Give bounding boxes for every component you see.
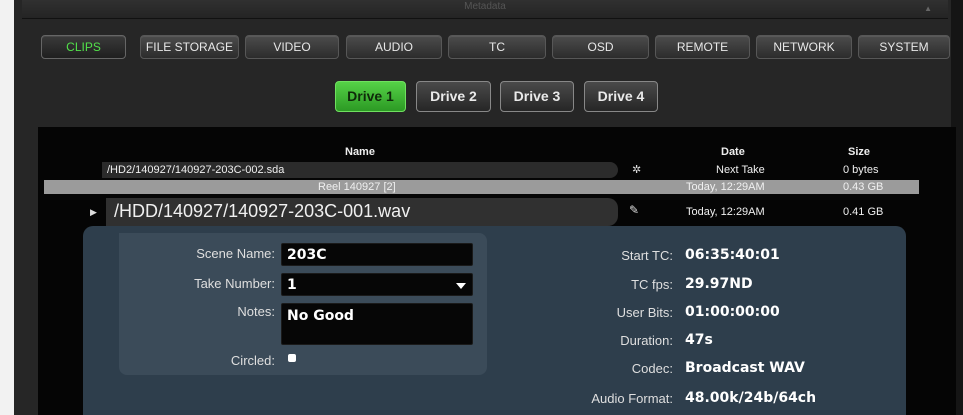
column-header-name: Name bbox=[345, 146, 375, 158]
scene-name-input[interactable]: 203C bbox=[281, 243, 473, 266]
duration-label: Duration: bbox=[620, 333, 673, 348]
tab-file-storage[interactable]: FILE STORAGE bbox=[140, 35, 239, 59]
tab-audio[interactable]: AUDIO bbox=[346, 35, 442, 59]
column-header-date: Date bbox=[721, 146, 745, 158]
scene-name-label: Scene Name: bbox=[196, 246, 275, 261]
window-edge bbox=[0, 0, 14, 415]
metadata-title: Metadata bbox=[464, 1, 506, 12]
drive-2-button[interactable]: Drive 2 bbox=[416, 81, 491, 112]
circled-checkbox[interactable] bbox=[288, 354, 296, 362]
current-file-name: /HDD/140927/140927-203C-001.wav bbox=[114, 201, 411, 221]
notes-label: Notes: bbox=[237, 304, 275, 319]
reel-size: 0.43 GB bbox=[843, 181, 884, 193]
tab-remote[interactable]: REMOTE bbox=[655, 35, 750, 59]
tab-osd[interactable]: OSD bbox=[552, 35, 649, 59]
drive-4-button[interactable]: Drive 4 bbox=[584, 81, 658, 112]
tab-system[interactable]: SYSTEM bbox=[858, 35, 950, 59]
next-take-name: /HD2/140927/140927-203C-002.sda bbox=[107, 164, 285, 176]
take-number-select[interactable]: 1 bbox=[281, 273, 473, 296]
tab-clips[interactable]: CLIPS bbox=[41, 35, 126, 59]
metadata-header: Metadata ▲ bbox=[22, 0, 948, 19]
reel-date: Today, 12:29AM bbox=[686, 181, 765, 193]
drive-3-button[interactable]: Drive 3 bbox=[500, 81, 574, 112]
drive-1-button[interactable]: Drive 1 bbox=[335, 81, 406, 112]
audio-format-label: Audio Format: bbox=[591, 391, 673, 406]
gear-icon[interactable]: ✲ bbox=[632, 163, 641, 176]
tab-video[interactable]: VIDEO bbox=[245, 35, 339, 59]
codec-label: Codec: bbox=[631, 361, 673, 376]
reel-name: Reel 140927 [2] bbox=[318, 181, 396, 193]
user-bits-label: User Bits: bbox=[616, 305, 673, 320]
take-number-label: Take Number: bbox=[194, 276, 275, 291]
user-bits-value: 01:00:00:00 bbox=[685, 304, 780, 320]
notes-field[interactable]: No Good bbox=[281, 303, 473, 345]
codec-value: Broadcast WAV bbox=[685, 360, 805, 376]
pencil-icon[interactable]: ✎ bbox=[629, 203, 639, 217]
tc-fps-label: TC fps: bbox=[631, 277, 673, 292]
next-take-size: 0 bytes bbox=[843, 164, 879, 176]
next-take-date: Next Take bbox=[716, 164, 765, 176]
chevron-down-icon bbox=[456, 283, 466, 289]
take-number-value: 1 bbox=[287, 277, 297, 293]
circled-label: Circled: bbox=[230, 353, 275, 368]
play-icon[interactable]: ▶ bbox=[90, 207, 97, 218]
start-tc-value: 06:35:40:01 bbox=[685, 247, 780, 263]
column-header-size: Size bbox=[848, 146, 871, 158]
current-file-size: 0.41 GB bbox=[843, 206, 884, 218]
audio-format-value: 48.00k/24b/64ch bbox=[685, 390, 817, 406]
start-tc-label: Start TC: bbox=[621, 248, 673, 263]
duration-value: 47s bbox=[685, 332, 713, 348]
tab-tc[interactable]: TC bbox=[448, 35, 546, 59]
tc-fps-value: 29.97ND bbox=[685, 276, 753, 292]
reel-row[interactable] bbox=[44, 180, 919, 194]
current-file-date: Today, 12:29AM bbox=[686, 206, 765, 218]
arrow-up-icon[interactable]: ▲ bbox=[924, 4, 932, 13]
tab-network[interactable]: NETWORK bbox=[756, 35, 852, 59]
